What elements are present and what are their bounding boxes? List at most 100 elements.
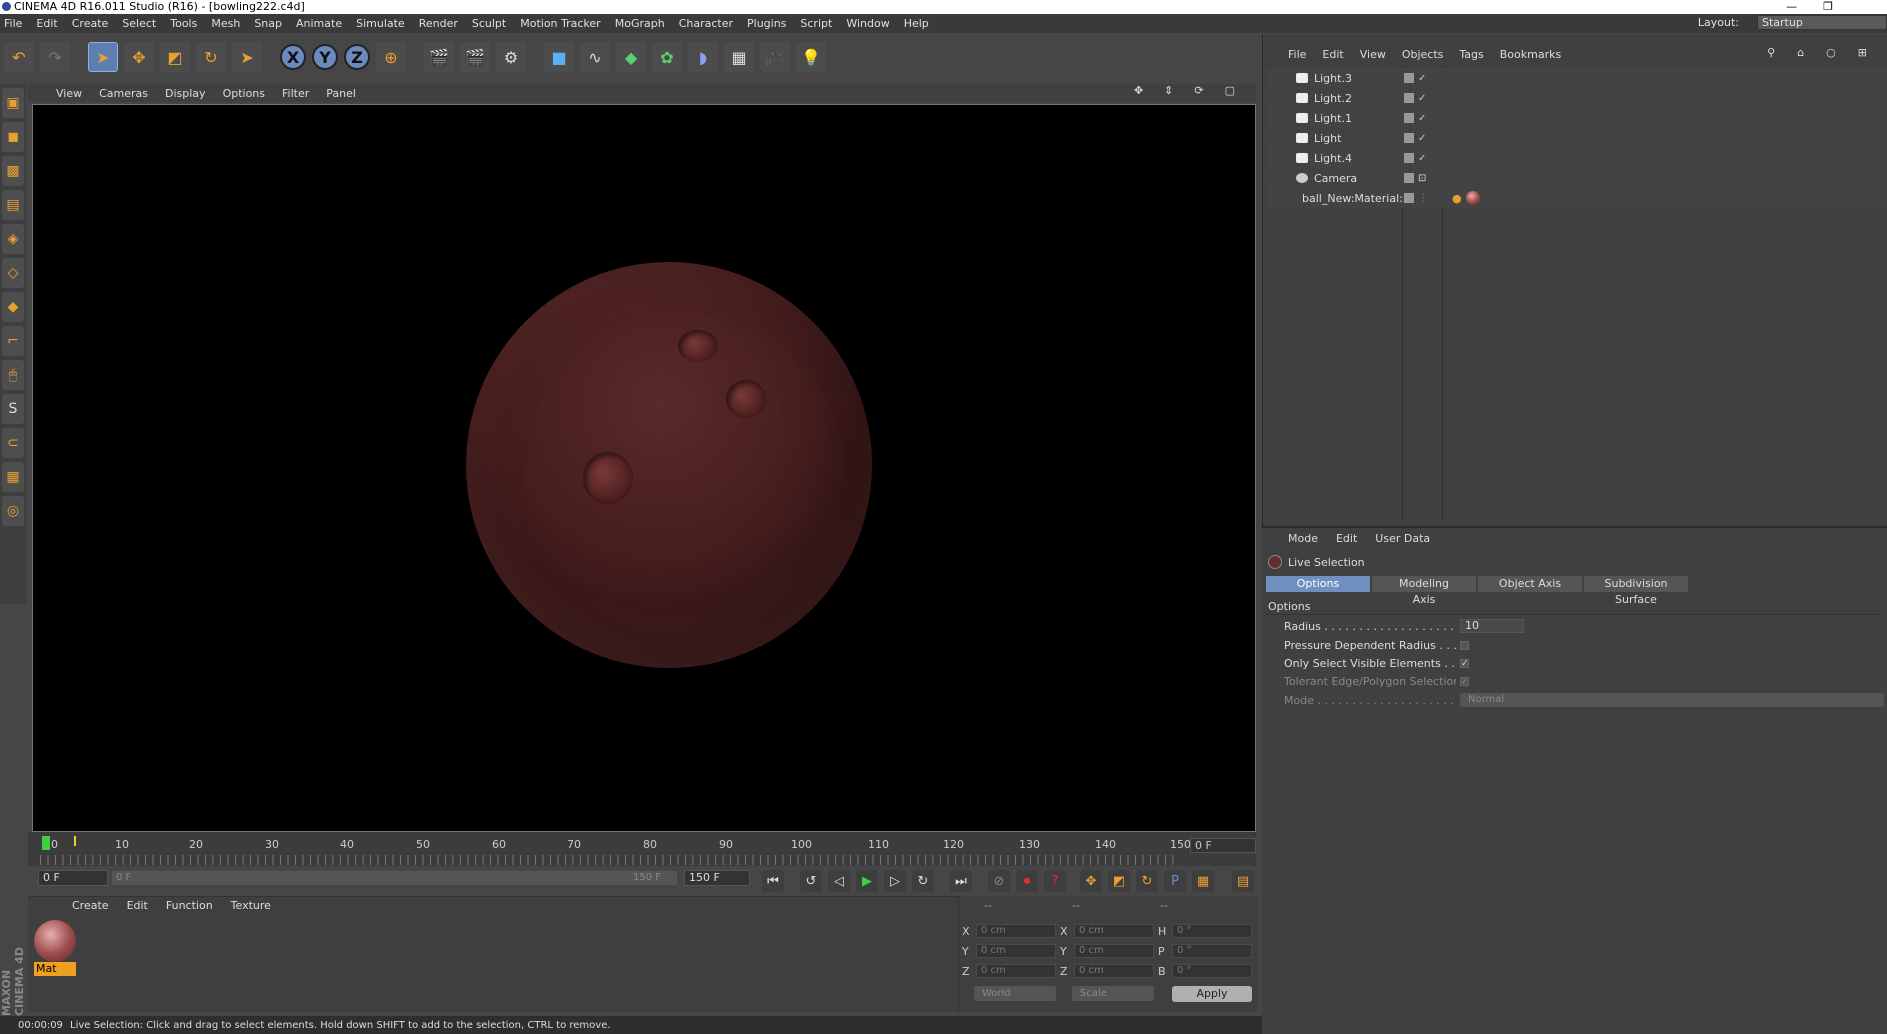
menu-motion-tracker[interactable]: Motion Tracker [520,17,600,30]
menu-character[interactable]: Character [679,17,733,30]
attr-menu-mode[interactable]: Mode [1288,532,1318,545]
coord-field[interactable]: 0 cm [976,944,1056,958]
workplane-mode-icon[interactable]: ▤ [2,190,24,220]
key-rotation-icon[interactable]: ↻ [1136,870,1158,892]
visibility-icon[interactable] [1404,153,1414,163]
menu-create[interactable]: Create [72,17,109,30]
bowling-ball[interactable] [466,262,872,668]
tab-modeling-axis[interactable]: Modeling Axis [1372,576,1476,606]
object-row[interactable]: Light.3 ✓ [1266,68,1887,88]
maximize-view-icon[interactable]: ▢ [1225,84,1235,97]
object-menu-tags[interactable]: Tags [1459,48,1483,61]
subdivision-surface-icon[interactable]: ◆ [616,42,646,72]
key-position-icon[interactable]: ✥ [1080,870,1102,892]
z-axis-icon[interactable]: Z [344,44,370,70]
3d-viewport[interactable] [32,104,1256,832]
viewport-menu-filter[interactable]: Filter [282,87,309,100]
object-menu-file[interactable]: File [1288,48,1306,61]
menu-animate[interactable]: Animate [296,17,342,30]
visibility-icon[interactable] [1404,173,1414,183]
solo-icon[interactable]: S [2,394,24,424]
key-parameter-icon[interactable]: P [1164,870,1186,892]
menu-plugins[interactable]: Plugins [747,17,786,30]
coord-field[interactable]: 0 ° [1172,944,1252,958]
timeline-window-icon[interactable]: ▤ [1232,870,1254,892]
menu-mograph[interactable]: MoGraph [615,17,665,30]
render-picture-viewer-icon[interactable]: 🎬 [460,42,490,72]
start-frame-field[interactable]: 0 F [38,870,108,886]
menu-render[interactable]: Render [419,17,458,30]
redo-icon[interactable]: ↷ [40,42,70,72]
coord-field[interactable]: 0 ° [1172,924,1252,938]
layout-dropdown[interactable]: Startup [1757,15,1887,30]
object-row[interactable]: Light ✓ [1266,128,1887,148]
menu-help[interactable]: Help [904,17,929,30]
coordinate-system-icon[interactable]: ⊕ [376,42,406,72]
current-frame-field[interactable]: 0 F [1190,838,1256,853]
coord-space-dropdown[interactable]: World [974,986,1056,1001]
key-scale-icon[interactable]: ◩ [1108,870,1130,892]
menu-window[interactable]: Window [846,17,889,30]
play-icon[interactable]: ▶ [856,870,878,892]
collapse-icon[interactable]: ○ [1826,46,1836,59]
scale-icon[interactable]: ◩ [160,42,190,72]
camera-tag-icon[interactable]: ⊡ [1418,173,1426,184]
end-frame-field[interactable]: 150 F [684,870,750,886]
edges-mode-icon[interactable]: ◇ [2,258,24,288]
material-tag-icon[interactable] [1465,191,1480,205]
y-axis-icon[interactable]: Y [312,44,338,70]
snap-icon[interactable]: ⊂ [2,428,24,458]
object-row[interactable]: Camera ⊡ [1266,168,1887,188]
tab-options[interactable]: Options [1266,576,1370,592]
search-icon[interactable]: ⚲ [1767,46,1775,59]
previous-key-icon[interactable]: ↺ [800,870,822,892]
preview-range-slider[interactable]: 0 F 150 F [112,871,677,885]
playhead[interactable] [42,836,50,850]
coord-field[interactable]: 0 cm [1074,964,1154,978]
enabled-check-icon[interactable]: ✓ [1418,113,1426,124]
key-pla-icon[interactable]: ▦ [1192,870,1214,892]
menu-script[interactable]: Script [800,17,832,30]
menu-edit[interactable]: Edit [36,17,57,30]
points-mode-icon[interactable]: ◈ [2,224,24,254]
minimize-icon[interactable]: — [1786,0,1797,14]
tolerant-selection-checkbox[interactable]: ✓ [1460,676,1469,686]
attr-menu-edit[interactable]: Edit [1336,532,1357,545]
coord-field[interactable]: 0 cm [1074,944,1154,958]
material-item[interactable]: Mat [34,920,76,978]
enabled-dots-icon[interactable]: ⋮ [1418,193,1428,204]
live-selection-icon[interactable]: ➤ [88,42,118,72]
visibility-icon[interactable] [1404,193,1414,203]
menu-tools[interactable]: Tools [170,17,197,30]
home-icon[interactable]: ⌂ [1797,46,1804,59]
object-menu-bookmarks[interactable]: Bookmarks [1500,48,1561,61]
workplane-lock-icon[interactable]: ▦ [2,462,24,492]
object-menu-edit[interactable]: Edit [1322,48,1343,61]
enabled-check-icon[interactable]: ✓ [1418,73,1426,84]
camera-icon[interactable]: 🎥 [760,42,790,72]
enabled-check-icon[interactable]: ✓ [1418,133,1426,144]
go-to-end-icon[interactable]: ⏭ [950,870,972,892]
object-row[interactable]: Light.2 ✓ [1266,88,1887,108]
orbit-icon[interactable]: ⟳ [1194,84,1203,97]
viewport-menu-view[interactable]: View [56,87,82,100]
mode-dropdown[interactable]: Normal [1460,693,1884,707]
rotate-icon[interactable]: ↻ [196,42,226,72]
visibility-icon[interactable] [1404,133,1414,143]
floor-icon[interactable]: ▦ [724,42,754,72]
material-menu-create[interactable]: Create [72,899,109,912]
phong-tag-icon[interactable]: ● [1452,192,1462,205]
visibility-icon[interactable] [1404,73,1414,83]
mograph-cloner-icon[interactable]: ✿ [652,42,682,72]
visible-elements-checkbox[interactable]: ✓ [1460,658,1469,668]
material-menu-edit[interactable]: Edit [127,899,148,912]
recent-tool-icon[interactable]: ➤ [232,42,262,72]
next-key-icon[interactable]: ↻ [912,870,934,892]
menu-mesh[interactable]: Mesh [211,17,240,30]
move-icon[interactable]: ✥ [124,42,154,72]
viewport-menu-display[interactable]: Display [165,87,206,100]
menu-simulate[interactable]: Simulate [356,17,405,30]
radius-field[interactable]: 10 [1460,619,1524,633]
axis-mode-icon[interactable]: ⌐ [2,326,24,356]
undo-icon[interactable]: ↶ [4,42,34,72]
